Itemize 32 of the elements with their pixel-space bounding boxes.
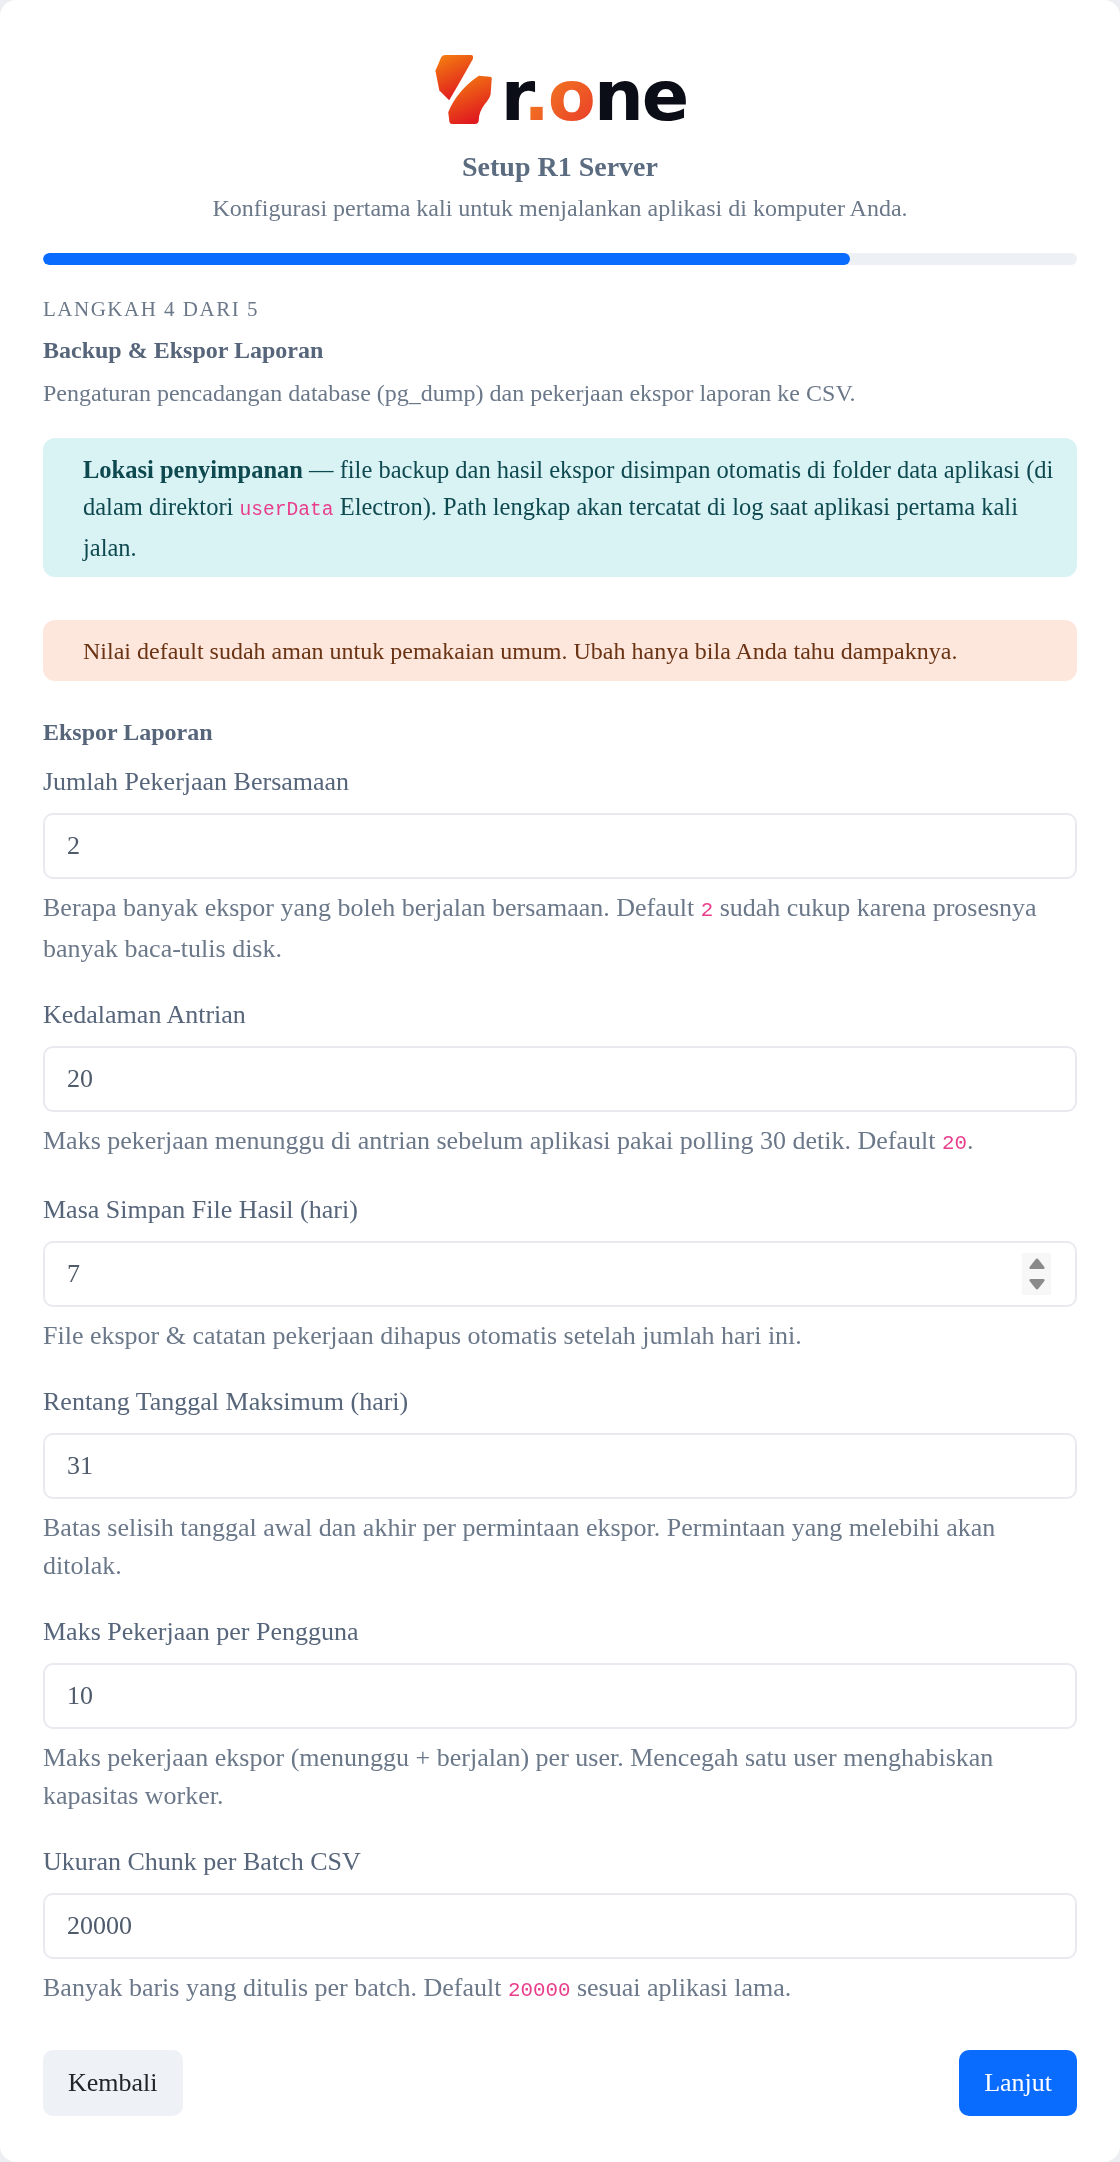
help-text: File ekspor & catatan pekerjaan dihapus otomatis setelah jumlah hari ini. — [43, 1320, 803, 1352]
triangle-down-icon — [1028, 1279, 1045, 1290]
step-counter: LANGKAH 4 DARI 5 — [43, 296, 260, 323]
section-title: Ekspor Laporan — [43, 718, 214, 747]
step-title: Backup & Ekspor Laporan — [43, 336, 325, 365]
number-input[interactable]: 2 — [43, 813, 1077, 879]
warning-alert: Nilai default sudah aman untuk pemakaian umum. Ubah hanya bila Anda tahu dampaknya. — [43, 620, 1077, 681]
number-spinner[interactable] — [1022, 1253, 1051, 1295]
field-label: Kedalaman Antrian — [43, 999, 247, 1031]
help-text: Maks pekerjaan menunggu di antrian sebelum aplikasi pakai polling 30 detik. Default 20. — [43, 1125, 975, 1157]
number-input[interactable]: 20000 — [43, 1893, 1077, 1959]
step-description: Pengaturan pencadangan database (pg_dump) dan pekerjaan ekspor laporan ke CSV. — [43, 379, 857, 408]
logo-mark-icon — [432, 55, 493, 124]
info-alert: Lokasi penyimpanan — file backup dan hasil ekspor disimpan otomatis di folder data aplikasi (di dalam direktori userData Electron). Path lengkap akan tercatat di log saat aplikasi pertama kali jalan. — [43, 438, 1077, 577]
next-button[interactable]: Lanjut — [959, 2050, 1077, 2116]
help-text: Batas selisih tanggal awal dan akhir per permintaan ekspor. Permintaan yang melebihi akan ditolak. — [43, 1512, 997, 1582]
field-label: Masa Simpan File Hasil (hari) — [43, 1194, 359, 1226]
page-subtitle: Konfigurasi pertama kali untuk menjalankan aplikasi di komputer Anda. — [211, 194, 909, 223]
page-title: Setup R1 Server — [461, 150, 659, 184]
number-input[interactable]: 20 — [43, 1046, 1077, 1112]
number-input[interactable]: 10 — [43, 1663, 1077, 1729]
back-button[interactable]: Kembali — [43, 2050, 183, 2116]
help-text: Berapa banyak ekspor yang boleh berjalan bersamaan. Default 2 sudah cukup karena prosesnya banyak baca-tulis disk. — [43, 892, 1038, 965]
help-text: Maks pekerjaan ekspor (menunggu + berjalan) per user. Mencegah satu user menghabiskan kapasitas worker. — [43, 1742, 995, 1812]
field-label: Jumlah Pekerjaan Bersamaan — [43, 766, 351, 798]
triangle-up-icon — [1028, 1258, 1045, 1269]
number-input[interactable]: 31 — [43, 1433, 1077, 1499]
help-text: Banyak baris yang ditulis per batch. Default 20000 sesuai aplikasi lama. — [43, 1972, 793, 2004]
field-label: Maks Pekerjaan per Pengguna — [43, 1616, 360, 1648]
field-label: Ukuran Chunk per Batch CSV — [43, 1846, 362, 1878]
field-label: Rentang Tanggal Maksimum (hari) — [43, 1386, 410, 1418]
number-input[interactable]: 7 — [43, 1241, 1077, 1307]
